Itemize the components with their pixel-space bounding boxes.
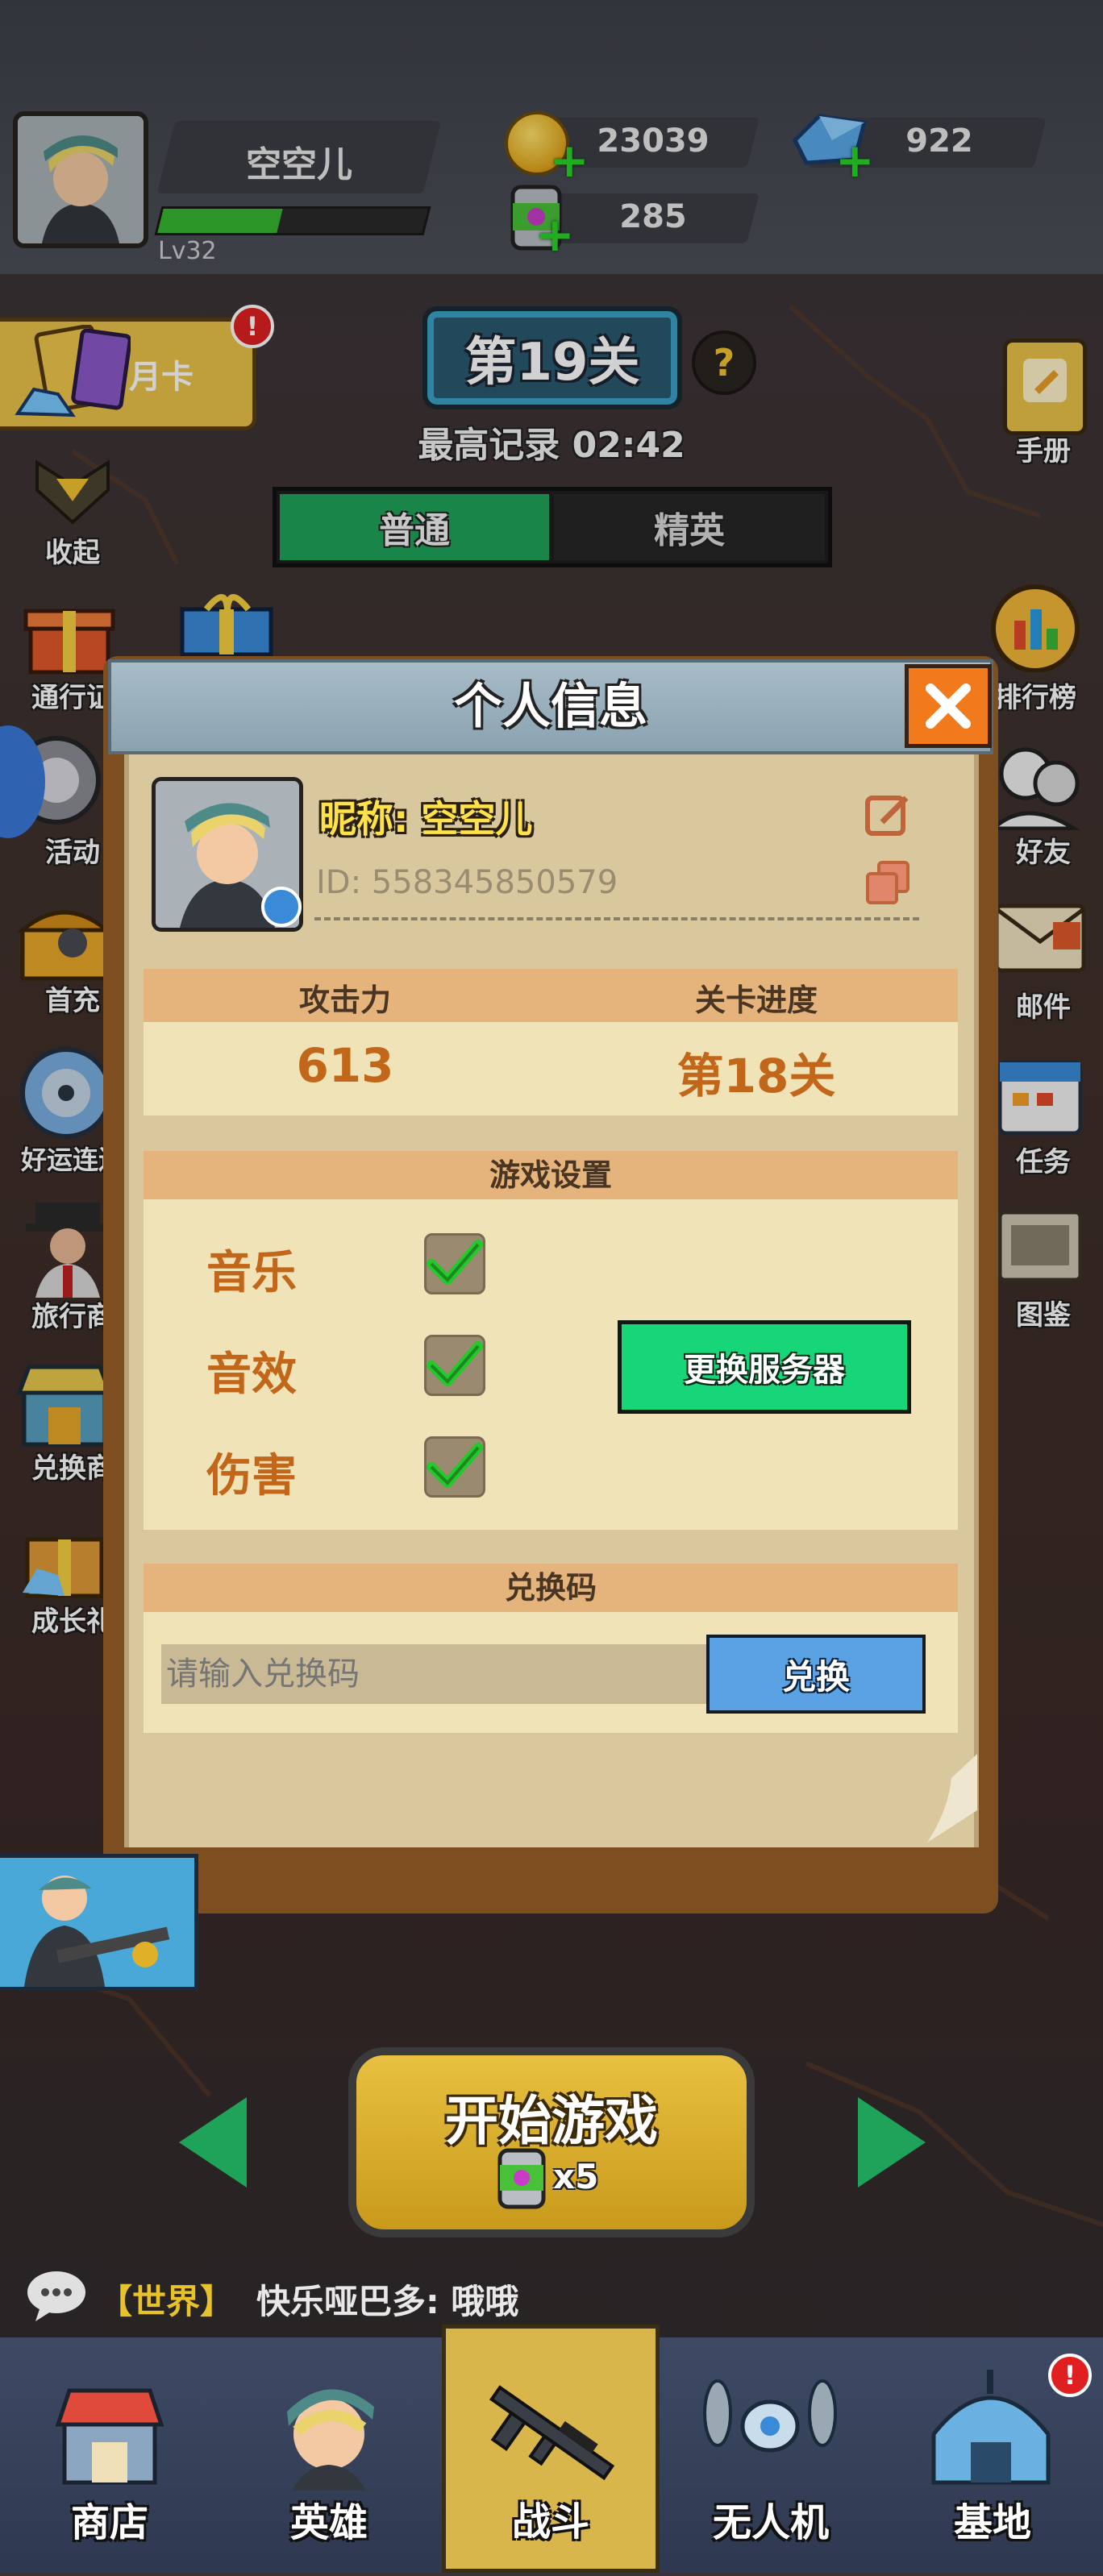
world-chat-bar[interactable]: 【世界】 快乐哑巴多: 哦哦 bbox=[0, 2258, 1103, 2331]
sound-effect-checkbox[interactable] bbox=[424, 1335, 485, 1396]
base-alert-badge: ! bbox=[1048, 2354, 1092, 2397]
hero-promo-card[interactable] bbox=[0, 1854, 198, 1991]
edit-icon[interactable] bbox=[863, 790, 913, 840]
energy-can-icon bbox=[497, 2148, 546, 2209]
damage-checkbox[interactable] bbox=[424, 1436, 485, 1498]
change-server-button[interactable]: 更换服务器 bbox=[618, 1320, 911, 1414]
nav-drone-label: 无人机 bbox=[712, 2500, 829, 2545]
attack-label: 攻击力 bbox=[298, 983, 391, 1018]
nickname: 昵称: 空空儿 bbox=[319, 797, 533, 841]
attack-value: 613 bbox=[296, 1038, 394, 1093]
checkmark-icon bbox=[427, 1443, 483, 1488]
redeem-code-input[interactable] bbox=[161, 1644, 706, 1704]
nav-hero-label: 英雄 bbox=[289, 2500, 368, 2545]
nav-battle-label: 战斗 bbox=[511, 2499, 589, 2545]
hero-icon bbox=[287, 2389, 374, 2491]
player-id: ID: 558345850579 bbox=[316, 864, 618, 901]
redeem-header: 兑换码 bbox=[144, 1564, 958, 1612]
nav-store-label: 商店 bbox=[70, 2500, 148, 2545]
close-button[interactable] bbox=[905, 664, 992, 748]
next-stage-arrow[interactable] bbox=[858, 2097, 926, 2188]
modal-header: 个人信息 bbox=[108, 659, 993, 754]
settings-header: 游戏设置 bbox=[144, 1151, 958, 1199]
previous-stage-arrow[interactable] bbox=[179, 2097, 247, 2188]
sound-effect-label: 音效 bbox=[206, 1348, 297, 1401]
change-avatar-icon[interactable] bbox=[261, 887, 302, 927]
paper-curl-decoration bbox=[927, 1754, 977, 1843]
soldier-hero-icon bbox=[24, 1876, 170, 1987]
progress-value: 第18关 bbox=[676, 1049, 836, 1103]
modal-title: 个人信息 bbox=[454, 679, 647, 735]
start-game-button[interactable]: 开始游戏 x5 bbox=[348, 2047, 755, 2237]
music-checkbox[interactable] bbox=[424, 1233, 485, 1294]
base-icon bbox=[931, 2370, 1051, 2485]
music-label: 音乐 bbox=[206, 1247, 297, 1299]
chat-bubble-icon bbox=[27, 2271, 85, 2321]
store-icon bbox=[55, 2388, 164, 2485]
chat-channel: 【世界】 bbox=[98, 2282, 235, 2321]
checkmark-icon bbox=[427, 1240, 483, 1285]
start-game-cost: x5 bbox=[553, 2157, 599, 2196]
chat-message: 快乐哑巴多: 哦哦 bbox=[256, 2282, 519, 2321]
redeem-button[interactable]: 兑换 bbox=[706, 1635, 926, 1714]
damage-label: 伤害 bbox=[206, 1450, 297, 1502]
nav-base-label: 基地 bbox=[953, 2500, 1031, 2545]
drone-icon bbox=[703, 2379, 837, 2453]
nav-store[interactable]: 商店 bbox=[0, 2345, 219, 2573]
copy-icon[interactable] bbox=[863, 858, 913, 908]
nav-drone[interactable]: 无人机 bbox=[661, 2345, 880, 2573]
progress-label: 关卡进度 bbox=[694, 983, 818, 1018]
start-game-label: 开始游戏 bbox=[445, 2090, 658, 2152]
rifle-icon bbox=[489, 2385, 615, 2481]
checkmark-icon bbox=[427, 1341, 483, 1386]
nav-hero[interactable]: 英雄 bbox=[219, 2345, 439, 2573]
close-icon bbox=[926, 683, 971, 729]
nav-battle[interactable]: 战斗 bbox=[442, 2325, 660, 2573]
id-divider bbox=[314, 917, 919, 920]
